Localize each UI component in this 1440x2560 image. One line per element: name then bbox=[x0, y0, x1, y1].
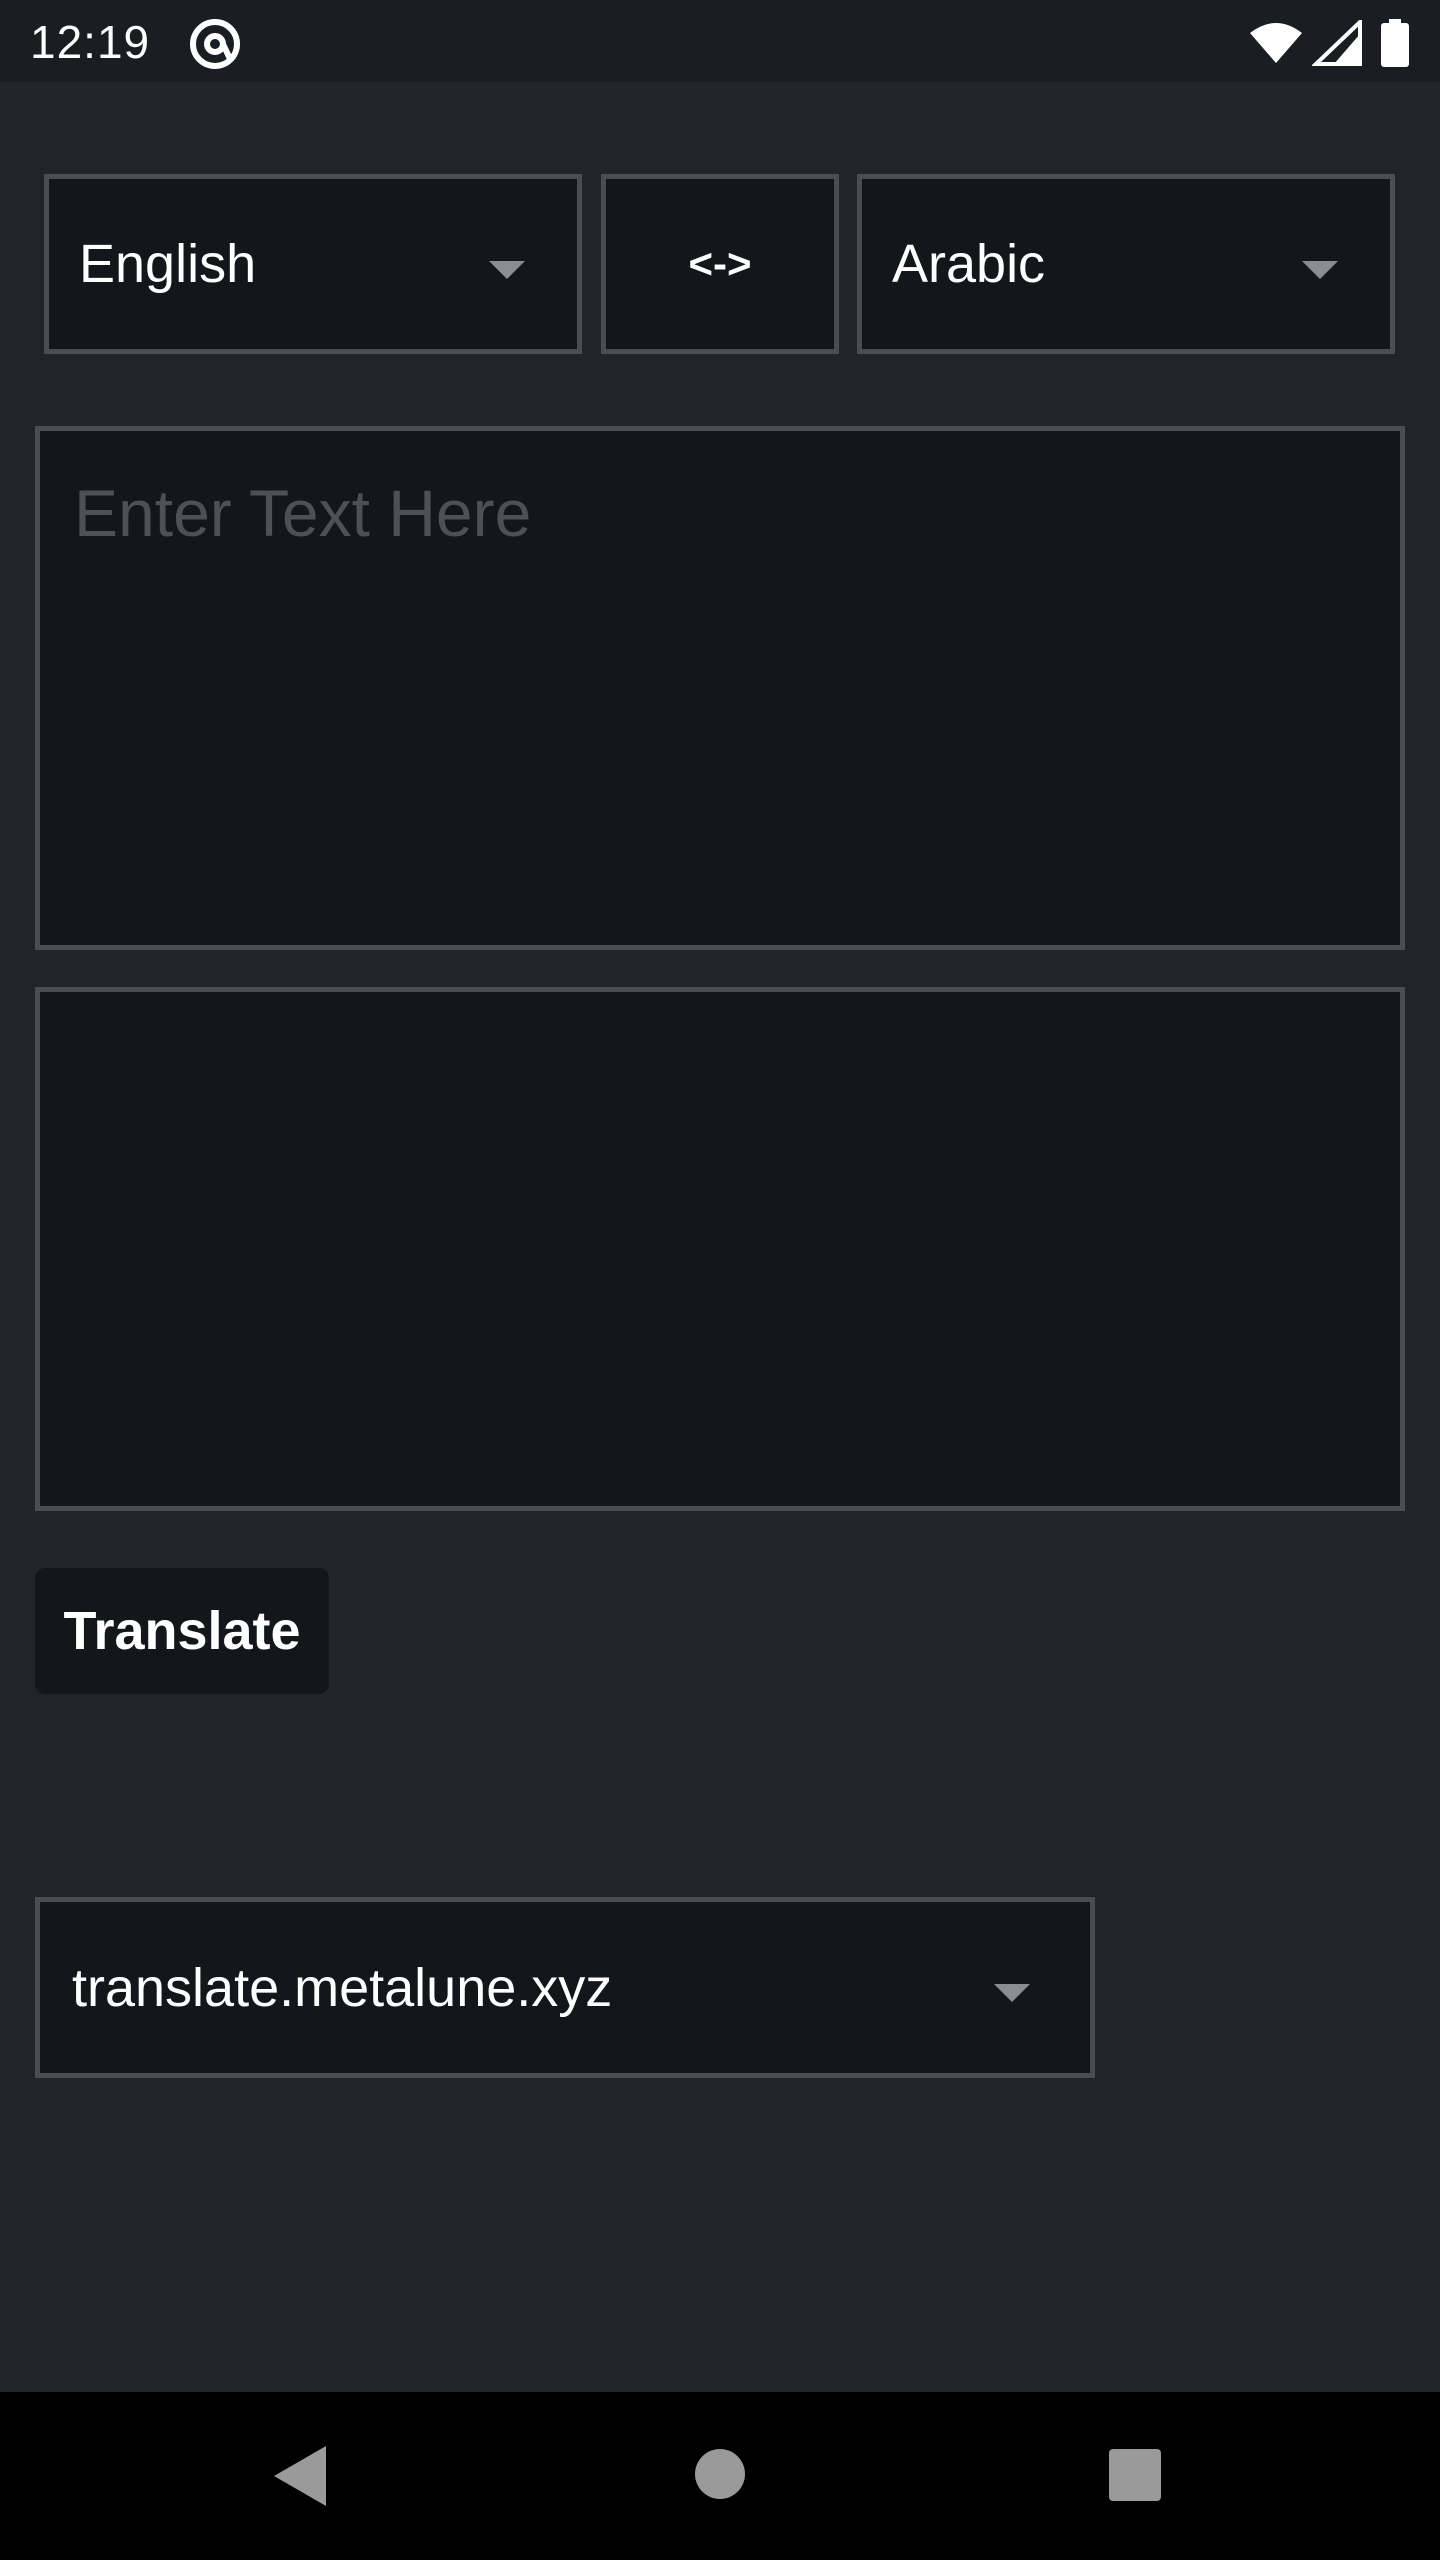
screen: 12:19 English <-> Arabic Enter Text Here… bbox=[0, 0, 1440, 2560]
status-bar: 12:19 bbox=[0, 0, 1440, 82]
target-language-label: Arabic bbox=[892, 234, 1046, 294]
status-time: 12:19 bbox=[30, 16, 151, 68]
source-language-select[interactable]: English bbox=[44, 174, 582, 354]
back-triangle-icon[interactable] bbox=[272, 2444, 328, 2508]
chevron-down-icon bbox=[994, 1984, 1030, 2002]
server-label: translate.metalune.xyz bbox=[72, 1957, 613, 2018]
swap-languages-button[interactable]: <-> bbox=[601, 174, 839, 354]
at-sign-icon bbox=[190, 19, 240, 69]
signal-icon bbox=[1312, 20, 1362, 66]
navigation-bar bbox=[0, 2392, 1440, 2560]
home-circle-icon[interactable] bbox=[694, 2448, 746, 2500]
translated-text-output[interactable] bbox=[35, 987, 1405, 1511]
target-language-select[interactable]: Arabic bbox=[857, 174, 1395, 354]
chevron-down-icon bbox=[1302, 261, 1338, 279]
status-icons bbox=[1248, 18, 1410, 68]
battery-icon bbox=[1381, 19, 1409, 67]
source-language-label: English bbox=[79, 234, 257, 294]
recents-square-icon[interactable] bbox=[1108, 2448, 1162, 2502]
chevron-down-icon bbox=[489, 261, 525, 279]
server-select[interactable]: translate.metalune.xyz bbox=[35, 1897, 1095, 2078]
source-text-input[interactable]: Enter Text Here bbox=[35, 426, 1405, 950]
source-text-placeholder: Enter Text Here bbox=[74, 476, 532, 550]
wifi-icon bbox=[1250, 23, 1302, 63]
translate-button[interactable]: Translate bbox=[35, 1568, 329, 1694]
